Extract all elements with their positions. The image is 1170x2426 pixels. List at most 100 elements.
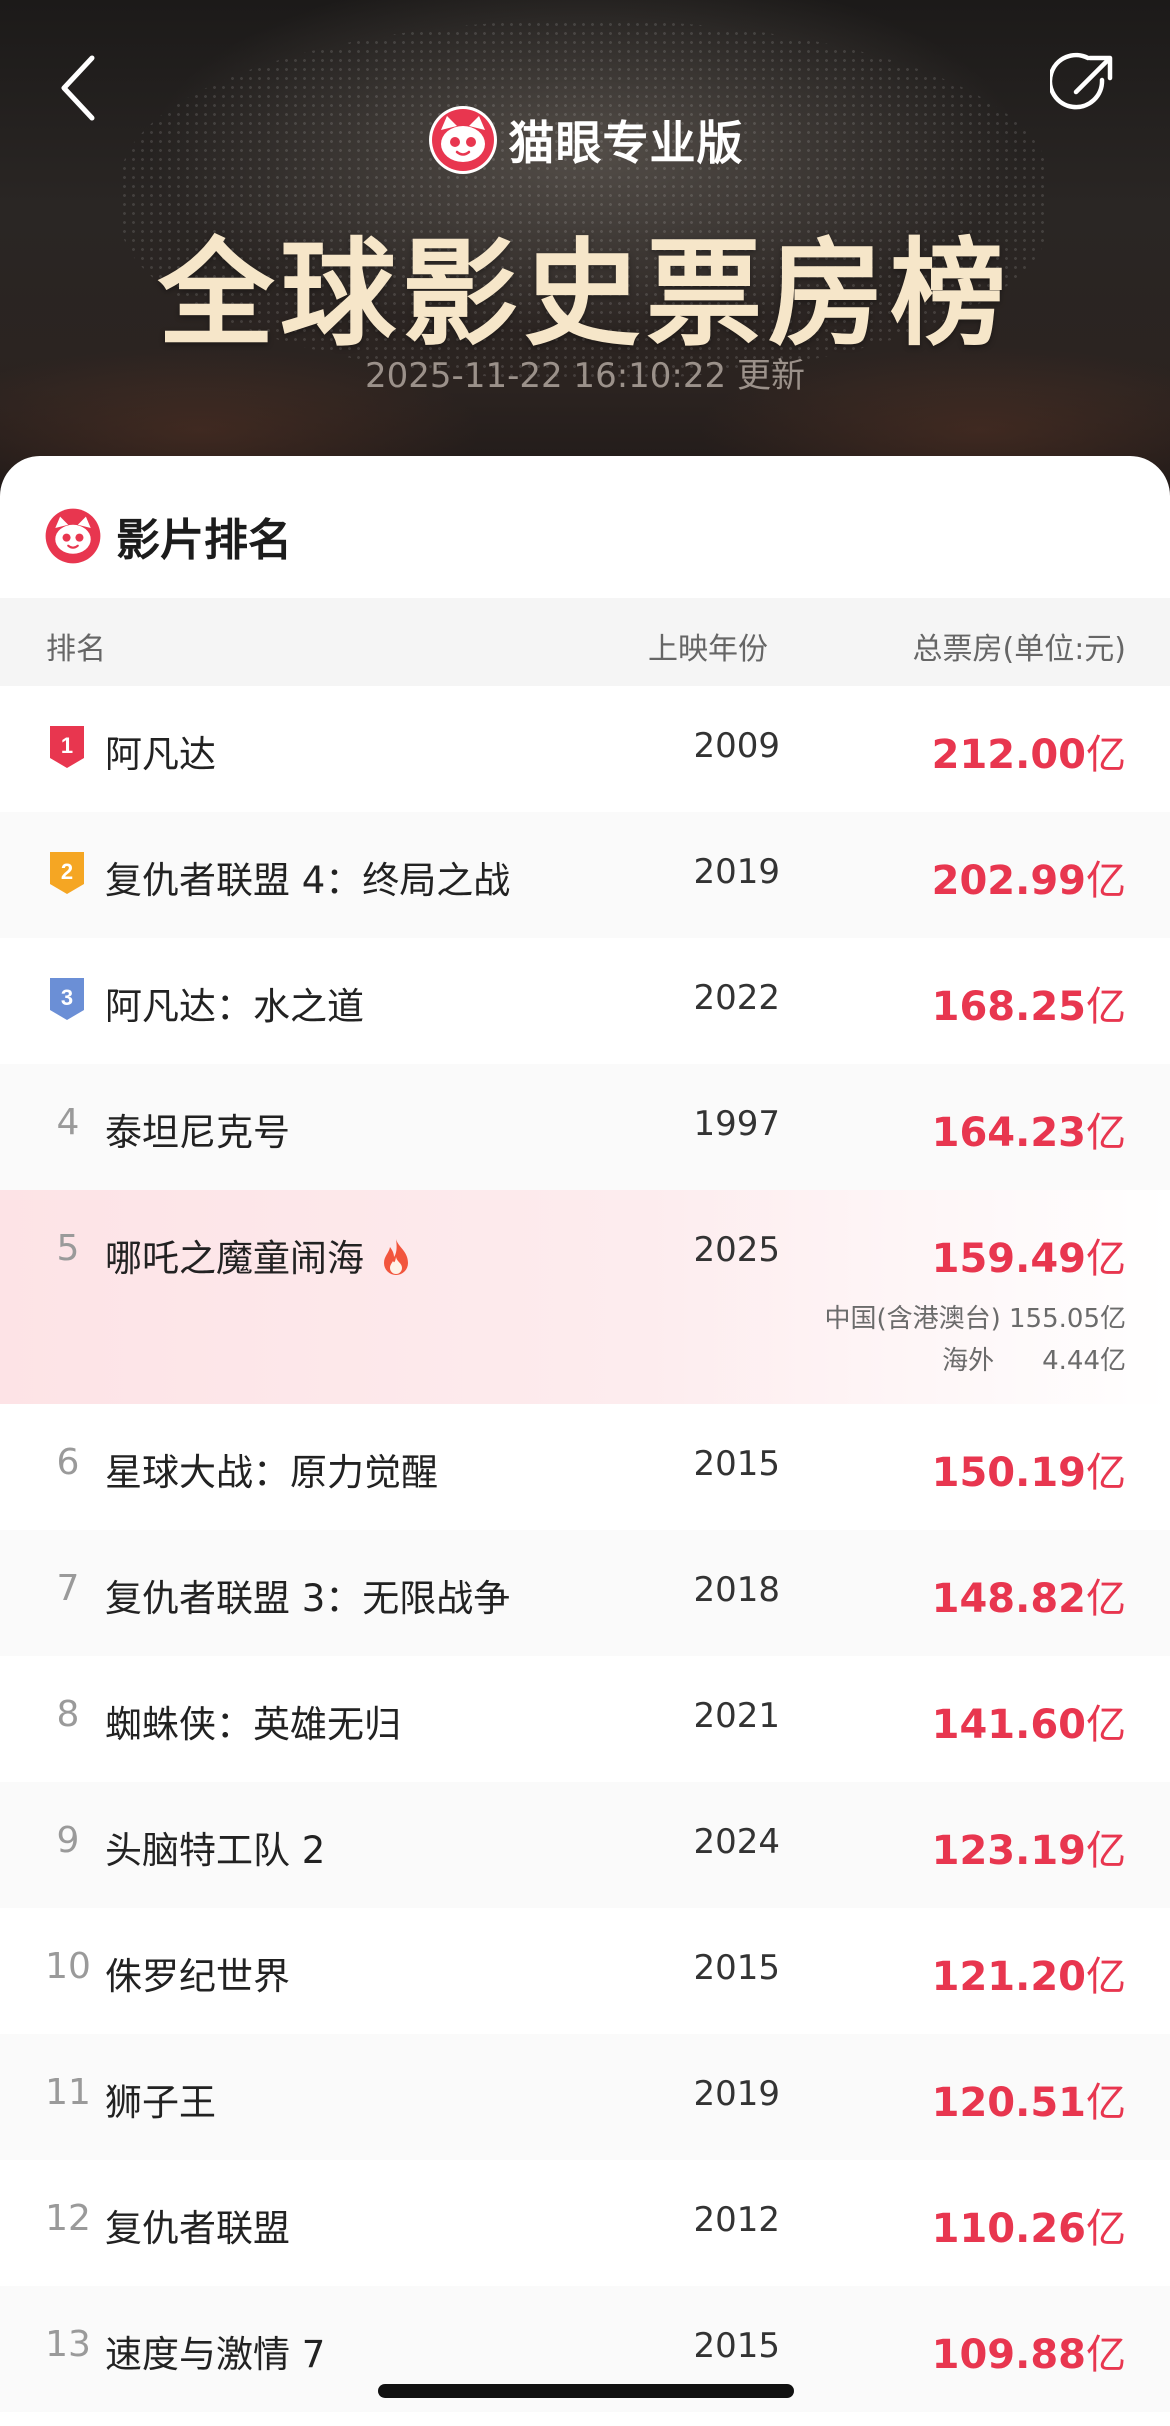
movie-row[interactable]: 11 狮子王 2019 120.51亿 (0, 2034, 1170, 2160)
movie-row[interactable]: 1 阿凡达 2009 212.00亿 (0, 686, 1170, 812)
rank-number: 6 (56, 1442, 80, 1483)
movie-year: 2022 (693, 978, 780, 1018)
brand: 猫眼专业版 (0, 104, 1170, 176)
gross-unit: 亿 (1086, 984, 1126, 1030)
china-gross-line: 中国(含港澳台) 155.05亿 (824, 1298, 1126, 1335)
header-banner: 猫眼专业版 全球影史票房榜 2025-11-22 16:10:22 更新 (0, 0, 1170, 520)
card-title: 影片排名 (116, 515, 292, 566)
movie-year: 2015 (693, 1444, 780, 1484)
gross-value: 109.88 (931, 2332, 1086, 2378)
movie-row-highlighted[interactable]: 5 哪吒之魔童闹海 2025 159.49亿 中国(含港澳台) 155.05亿 … (0, 1190, 1170, 1404)
gross-unit: 亿 (1086, 2080, 1126, 2126)
movie-name: 复仇者联盟 3：无限战争 (105, 1577, 511, 1620)
rank-number: 5 (56, 1228, 80, 1269)
movie-name: 速度与激情 7 (105, 2333, 326, 2376)
movie-row[interactable]: 3 阿凡达：水之道 2022 168.25亿 (0, 938, 1170, 1064)
movie-gross: 123.19亿 (932, 1818, 1126, 1876)
movie-name: 头脑特工队 2 (105, 1829, 326, 1872)
movie-year: 2024 (693, 1822, 780, 1862)
gross-unit: 亿 (1086, 1828, 1126, 1874)
gross-unit: 亿 (1086, 1110, 1126, 1156)
rank-badge-label: 2 (61, 859, 73, 884)
movie-row[interactable]: 6 星球大战：原力觉醒 2015 150.19亿 (0, 1404, 1170, 1530)
maoyan-logo-icon (45, 508, 101, 564)
movie-name: 哪吒之魔童闹海 (105, 1237, 364, 1280)
rank-badge-label: 3 (61, 985, 73, 1010)
overseas-gross: 4.44亿 (1042, 1346, 1126, 1376)
column-header-rank: 排名 (46, 632, 106, 667)
home-indicator[interactable] (378, 2384, 794, 2398)
china-gross: 155.05亿 (1009, 1304, 1126, 1334)
movie-gross: 168.25亿 (932, 974, 1126, 1032)
movie-year: 2018 (693, 1570, 780, 1610)
rank-number: 8 (56, 1694, 80, 1735)
gross-value: 150.19 (931, 1450, 1086, 1496)
movie-name: 复仇者联盟 (105, 2207, 290, 2250)
rank-number: 4 (56, 1102, 80, 1143)
movie-gross: 110.26亿 (932, 2196, 1126, 2254)
movie-row[interactable]: 9 头脑特工队 2 2024 123.19亿 (0, 1782, 1170, 1908)
gross-value: 159.49 (931, 1236, 1086, 1282)
movie-gross: 212.00亿 (932, 722, 1126, 780)
gross-unit: 亿 (1086, 858, 1126, 904)
rank-number: 11 (45, 2072, 91, 2113)
movie-name: 复仇者联盟 4：终局之战 (105, 859, 511, 902)
gross-value: 141.60 (931, 1702, 1086, 1748)
gross-unit: 亿 (1086, 1450, 1126, 1496)
movie-gross: 121.20亿 (932, 1944, 1126, 2002)
movie-year: 2025 (693, 1230, 780, 1270)
movie-year: 2019 (693, 2074, 780, 2114)
movie-name-wrapper: 哪吒之魔童闹海 (105, 1228, 414, 1282)
movie-name: 泰坦尼克号 (105, 1111, 290, 1154)
update-suffix: 更新 (736, 356, 805, 396)
movie-row[interactable]: 4 泰坦尼克号 1997 164.23亿 (0, 1064, 1170, 1190)
rank-number: 10 (45, 1946, 91, 1987)
column-header-gross: 总票房(单位:元) (912, 632, 1126, 667)
movie-name: 阿凡达：水之道 (105, 985, 364, 1028)
maoyan-logo-icon (428, 106, 497, 174)
gross-value: 110.26 (931, 2206, 1086, 2252)
overseas-label: 海外 (942, 1346, 995, 1376)
rank-badge-3-icon: 3 (50, 978, 84, 1020)
gross-unit: 亿 (1086, 1702, 1126, 1748)
rank-number: 13 (45, 2324, 91, 2365)
rank-number: 7 (56, 1568, 80, 1609)
rank-number: 12 (45, 2198, 91, 2239)
gross-value: 148.82 (931, 1576, 1086, 1622)
movie-row[interactable]: 2 复仇者联盟 4：终局之战 2019 202.99亿 (0, 812, 1170, 938)
movie-gross: 109.88亿 (932, 2322, 1126, 2380)
movie-name: 狮子王 (105, 2081, 216, 2124)
update-timestamp: 2025-11-22 16:10:22 (365, 356, 727, 396)
movie-year: 2019 (693, 852, 780, 892)
rank-badge-2-icon: 2 (50, 852, 84, 894)
gross-unit: 亿 (1086, 732, 1126, 778)
gross-unit: 亿 (1086, 1576, 1126, 1622)
movie-year: 2021 (693, 1696, 780, 1736)
rank-badge-label: 1 (61, 733, 73, 758)
china-label: 中国(含港澳台) (824, 1304, 1001, 1334)
movie-name: 阿凡达 (105, 733, 216, 776)
movie-row[interactable]: 10 侏罗纪世界 2015 121.20亿 (0, 1908, 1170, 2034)
rank-number: 9 (56, 1820, 80, 1861)
movie-name: 侏罗纪世界 (105, 1955, 290, 1998)
page-title: 全球影史票房榜 (158, 226, 1012, 362)
movie-row[interactable]: 8 蜘蛛侠：英雄无归 2021 141.60亿 (0, 1656, 1170, 1782)
gross-unit: 亿 (1086, 2206, 1126, 2252)
fire-icon (384, 1239, 408, 1275)
gross-value: 120.51 (931, 2080, 1086, 2126)
movie-gross: 120.51亿 (932, 2070, 1126, 2128)
rank-badge-1-icon: 1 (50, 726, 84, 768)
movie-gross: 202.99亿 (932, 848, 1126, 906)
overseas-gross-line: 海外 4.44亿 (942, 1340, 1126, 1377)
movie-gross: 150.19亿 (932, 1440, 1126, 1498)
gross-unit: 亿 (1086, 2332, 1126, 2378)
gross-value: 168.25 (931, 984, 1086, 1030)
table-header: 排名 上映年份 总票房(单位:元) (0, 598, 1170, 686)
movie-gross: 148.82亿 (932, 1566, 1126, 1624)
movie-row[interactable]: 7 复仇者联盟 3：无限战争 2018 148.82亿 (0, 1530, 1170, 1656)
movie-row[interactable]: 12 复仇者联盟 2012 110.26亿 (0, 2160, 1170, 2286)
update-time: 2025-11-22 16:10:22 更新 (0, 348, 1170, 397)
movie-name: 蜘蛛侠：英雄无归 (105, 1703, 401, 1746)
gross-unit: 亿 (1086, 1954, 1126, 2000)
movie-year: 2009 (693, 726, 780, 766)
